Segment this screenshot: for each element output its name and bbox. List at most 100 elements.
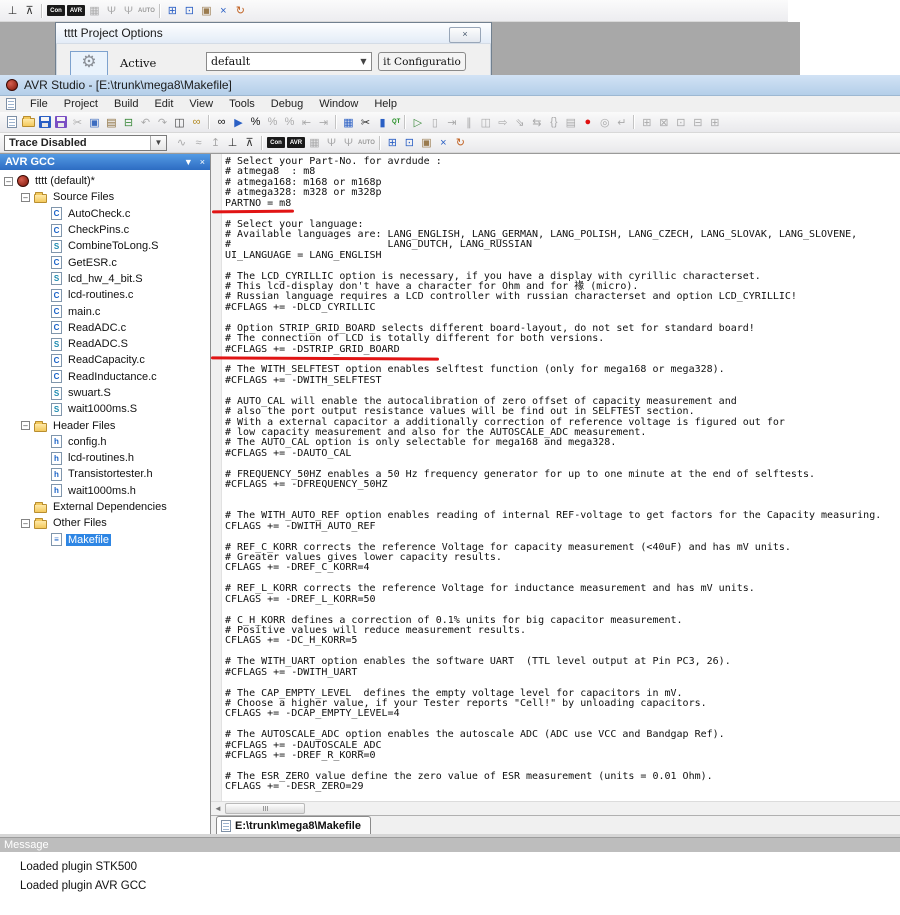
horizontal-scrollbar[interactable]: ◄: [211, 801, 900, 815]
print-icon[interactable]: ⊟: [120, 114, 137, 130]
auto-icon[interactable]: AUTO: [358, 140, 375, 146]
scroll-left-button[interactable]: ◄: [211, 803, 225, 815]
pause-icon[interactable]: ∥: [460, 114, 477, 130]
tree-item[interactable]: CAutoCheck.c: [0, 206, 210, 222]
rebuild-icon[interactable]: ↻: [452, 135, 469, 151]
battery-icon[interactable]: ▮: [374, 114, 391, 130]
tools-cut-icon[interactable]: ✂: [357, 114, 374, 130]
qt-icon[interactable]: QT: [392, 119, 400, 125]
menu-item-project[interactable]: Project: [56, 98, 106, 110]
tree-item[interactable]: CCheckPins.c: [0, 222, 210, 238]
tree-item[interactable]: Sswuart.S: [0, 385, 210, 401]
toggle-breakpoint-icon[interactable]: ●: [579, 114, 596, 130]
tree-item[interactable]: Clcd-routines.c: [0, 287, 210, 303]
cascade-windows-icon[interactable]: ◫: [171, 114, 188, 130]
chevron-down-icon[interactable]: ▼: [150, 136, 166, 150]
tree-item[interactable]: Slcd_hw_4_bit.S: [0, 271, 210, 287]
io-view-icon[interactable]: ⊞: [706, 114, 723, 130]
reset-icon[interactable]: ⇥: [443, 114, 460, 130]
panel-close-icon[interactable]: ×: [200, 157, 205, 167]
menu-item-tools[interactable]: Tools: [221, 98, 263, 110]
cut-icon[interactable]: ✂: [69, 114, 86, 130]
rebuild-icon[interactable]: ↻: [232, 3, 249, 19]
tree-item[interactable]: –Source Files: [0, 189, 210, 205]
device-chip-icon[interactable]: ▦: [306, 135, 323, 151]
tree-item[interactable]: CReadInductance.c: [0, 369, 210, 385]
menu-item-build[interactable]: Build: [106, 98, 146, 110]
chevron-down-icon[interactable]: ▼: [356, 57, 371, 66]
watch-window-icon[interactable]: ⊞: [638, 114, 655, 130]
menu-item-edit[interactable]: Edit: [146, 98, 181, 110]
find-icon[interactable]: ∞: [213, 114, 230, 130]
probe-icon[interactable]: Ψ: [103, 3, 120, 19]
match-regex-icon[interactable]: %: [281, 114, 298, 130]
connect-chip-icon[interactable]: Con: [47, 5, 65, 16]
tree-item[interactable]: hconfig.h: [0, 434, 210, 450]
open-file-icon[interactable]: [22, 118, 35, 127]
tree-item[interactable]: External Dependencies: [0, 499, 210, 515]
connect-chip-icon[interactable]: Con: [267, 137, 285, 148]
step-out-icon[interactable]: ⇆: [528, 114, 545, 130]
tree-expander-icon[interactable]: –: [21, 193, 30, 202]
probe2-icon[interactable]: Ψ: [340, 135, 357, 151]
save-icon[interactable]: [39, 116, 51, 128]
tree-item[interactable]: CReadCapacity.c: [0, 352, 210, 368]
avr-chip-icon[interactable]: AVR: [287, 137, 305, 148]
package-icon[interactable]: ▣: [198, 3, 215, 19]
register-window-icon[interactable]: ⊠: [655, 114, 672, 130]
tree-item[interactable]: CReadADC.c: [0, 320, 210, 336]
trace-probe-icon[interactable]: ∿: [173, 135, 190, 151]
stop-icon[interactable]: ▯: [426, 114, 443, 130]
tree-item[interactable]: hTransistortester.h: [0, 466, 210, 482]
tree-expander-icon[interactable]: –: [21, 421, 30, 430]
menu-item-debug[interactable]: Debug: [263, 98, 311, 110]
step-over-icon[interactable]: ⇨: [494, 114, 511, 130]
quickwatch-icon[interactable]: ↵: [613, 114, 630, 130]
show-next-icon[interactable]: ◫: [477, 114, 494, 130]
disassembly-window-icon[interactable]: ⊟: [689, 114, 706, 130]
trace-unlink-icon[interactable]: ≈: [190, 135, 207, 151]
tree-item[interactable]: –tttt (default)*: [0, 173, 210, 189]
clean-icon[interactable]: ×: [435, 135, 452, 151]
ground-icon[interactable]: ⊥: [224, 135, 241, 151]
undo-icon[interactable]: ↶: [137, 114, 154, 130]
save-all-icon[interactable]: [55, 116, 67, 128]
scrollbar-thumb[interactable]: [225, 803, 305, 814]
tree-item[interactable]: –Header Files: [0, 417, 210, 433]
find-in-files-icon[interactable]: ∞: [188, 114, 205, 130]
document-tab[interactable]: E:\trunk\mega8\Makefile: [216, 816, 371, 834]
outdent-icon[interactable]: ⇤: [298, 114, 315, 130]
indent-icon[interactable]: ⇥: [315, 114, 332, 130]
menu-item-help[interactable]: Help: [366, 98, 405, 110]
tree-item[interactable]: Cmain.c: [0, 303, 210, 319]
menu-item-window[interactable]: Window: [311, 98, 366, 110]
match-case-icon[interactable]: %: [247, 114, 264, 130]
terminator-icon[interactable]: ⊼: [21, 3, 38, 19]
tree-expander-icon[interactable]: –: [21, 519, 30, 528]
panel-collapse-icon[interactable]: ▼: [184, 157, 193, 167]
autostep-icon[interactable]: ▤: [562, 114, 579, 130]
tree-item[interactable]: SCombineToLong.S: [0, 238, 210, 254]
run-to-cursor-icon[interactable]: {}: [545, 114, 562, 130]
tree-item[interactable]: CGetESR.c: [0, 254, 210, 270]
menu-item-file[interactable]: File: [22, 98, 56, 110]
step-into-icon[interactable]: ⇘: [511, 114, 528, 130]
package-icon[interactable]: ▣: [418, 135, 435, 151]
device-chip-icon[interactable]: ▦: [86, 3, 103, 19]
build-icon[interactable]: ⊞: [384, 135, 401, 151]
edit-configurations-button[interactable]: it Configuratio: [378, 52, 466, 71]
tree-item[interactable]: –Other Files: [0, 515, 210, 531]
build-run-icon[interactable]: ⊡: [401, 135, 418, 151]
tree-item[interactable]: SReadADC.S: [0, 336, 210, 352]
redo-icon[interactable]: ↷: [154, 114, 171, 130]
editor-text[interactable]: # Select your Part-No. for avrdude : # a…: [222, 154, 900, 802]
probe2-icon[interactable]: Ψ: [120, 3, 137, 19]
tree-item[interactable]: hlcd-routines.h: [0, 450, 210, 466]
auto-icon[interactable]: AUTO: [138, 8, 155, 14]
dialog-close-button[interactable]: ×: [449, 27, 481, 43]
build-run-icon[interactable]: ⊡: [181, 3, 198, 19]
goto-icon[interactable]: ▶: [230, 114, 247, 130]
clean-icon[interactable]: ×: [215, 3, 232, 19]
tree-item[interactable]: Swait1000ms.S: [0, 401, 210, 417]
tree-item[interactable]: ≡Makefile: [0, 532, 210, 548]
